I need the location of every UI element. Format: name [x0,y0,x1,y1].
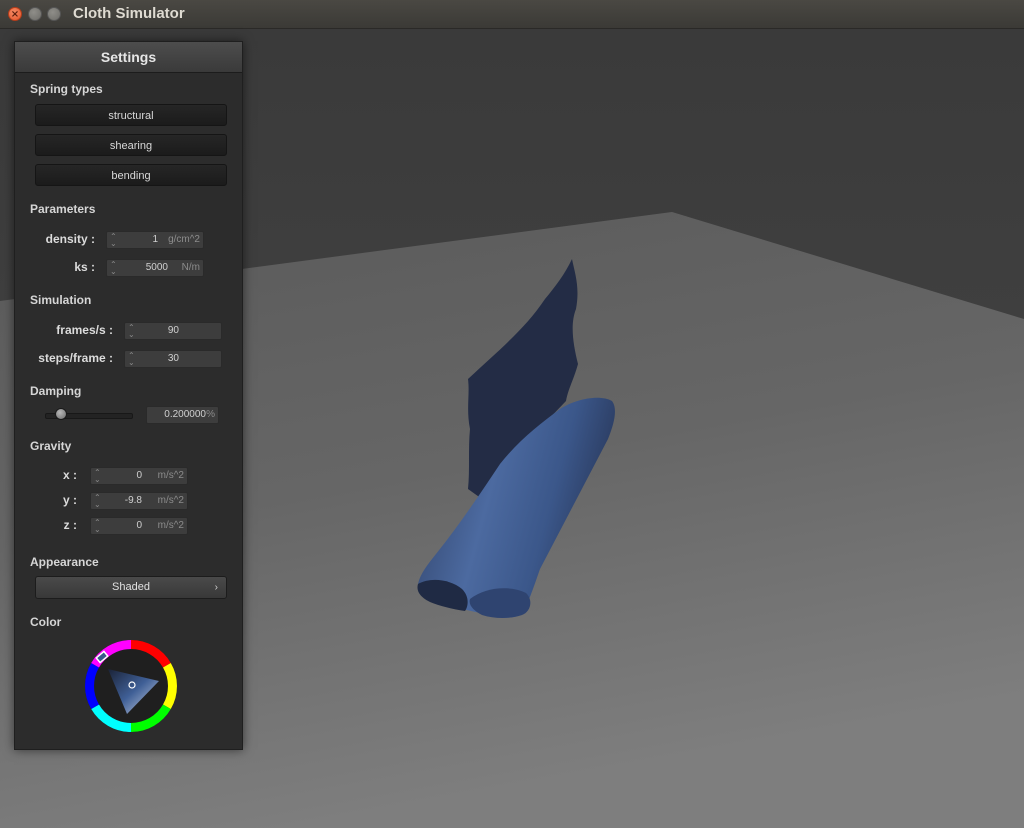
appearance-heading: Appearance [30,555,99,569]
frames-per-second-label: frames/s : [56,323,113,337]
shearing-spring-button[interactable]: shearing [35,134,227,156]
close-window-button[interactable]: × [8,7,22,21]
window-title: Cloth Simulator [73,5,185,22]
ks-label: ks : [74,260,95,274]
frames-per-second-input[interactable]: ⌃ ⌄ 90 [124,322,222,340]
spinner-arrows-icon[interactable]: ⌃ ⌄ [94,494,101,509]
damping-slider-handle[interactable] [55,408,67,420]
window-titlebar: × Cloth Simulator [0,0,1024,29]
settings-panel-title[interactable]: Settings [15,42,242,73]
gravity-y-input[interactable]: ⌃ ⌄ -9.8 m/s^2 [90,492,188,510]
damping-heading: Damping [30,384,82,398]
gravity-y-label: y : [62,493,77,507]
structural-spring-button[interactable]: structural [35,104,227,126]
density-input[interactable]: ⌃ ⌄ 1 g/cm^2 [106,231,204,249]
simulation-heading: Simulation [30,293,92,307]
color-wheel[interactable] [85,640,177,732]
ks-input[interactable]: ⌃ ⌄ 5000 N/m [106,259,204,277]
gravity-heading: Gravity [30,439,72,453]
gravity-x-label: x : [62,468,77,482]
steps-per-frame-input[interactable]: ⌃ ⌄ 30 [124,350,222,368]
spinner-arrows-icon[interactable]: ⌃ ⌄ [110,233,117,248]
density-label: density : [45,232,95,246]
spinner-arrows-icon[interactable]: ⌃ ⌄ [128,352,135,367]
spinner-arrows-icon[interactable]: ⌃ ⌄ [94,469,101,484]
gravity-x-input[interactable]: ⌃ ⌄ 0 m/s^2 [90,467,188,485]
parameters-heading: Parameters [30,202,96,216]
maximize-window-button[interactable] [47,7,61,21]
gravity-z-label: z : [63,518,77,532]
chevron-right-icon: › [214,582,218,593]
gravity-z-input[interactable]: ⌃ ⌄ 0 m/s^2 [90,517,188,535]
appearance-mode-dropdown[interactable]: Shaded › [35,576,227,599]
spring-types-heading: Spring types [30,82,103,96]
spinner-arrows-icon[interactable]: ⌃ ⌄ [94,519,101,534]
minimize-window-button[interactable] [28,7,42,21]
color-heading: Color [30,615,62,629]
steps-per-frame-label: steps/frame : [38,351,113,365]
damping-value-input[interactable]: 0.200000 % [146,406,219,424]
spinner-arrows-icon[interactable]: ⌃ ⌄ [128,324,135,339]
settings-panel: Settings Spring types structural shearin… [14,41,243,750]
spinner-arrows-icon[interactable]: ⌃ ⌄ [110,261,117,276]
bending-spring-button[interactable]: bending [35,164,227,186]
